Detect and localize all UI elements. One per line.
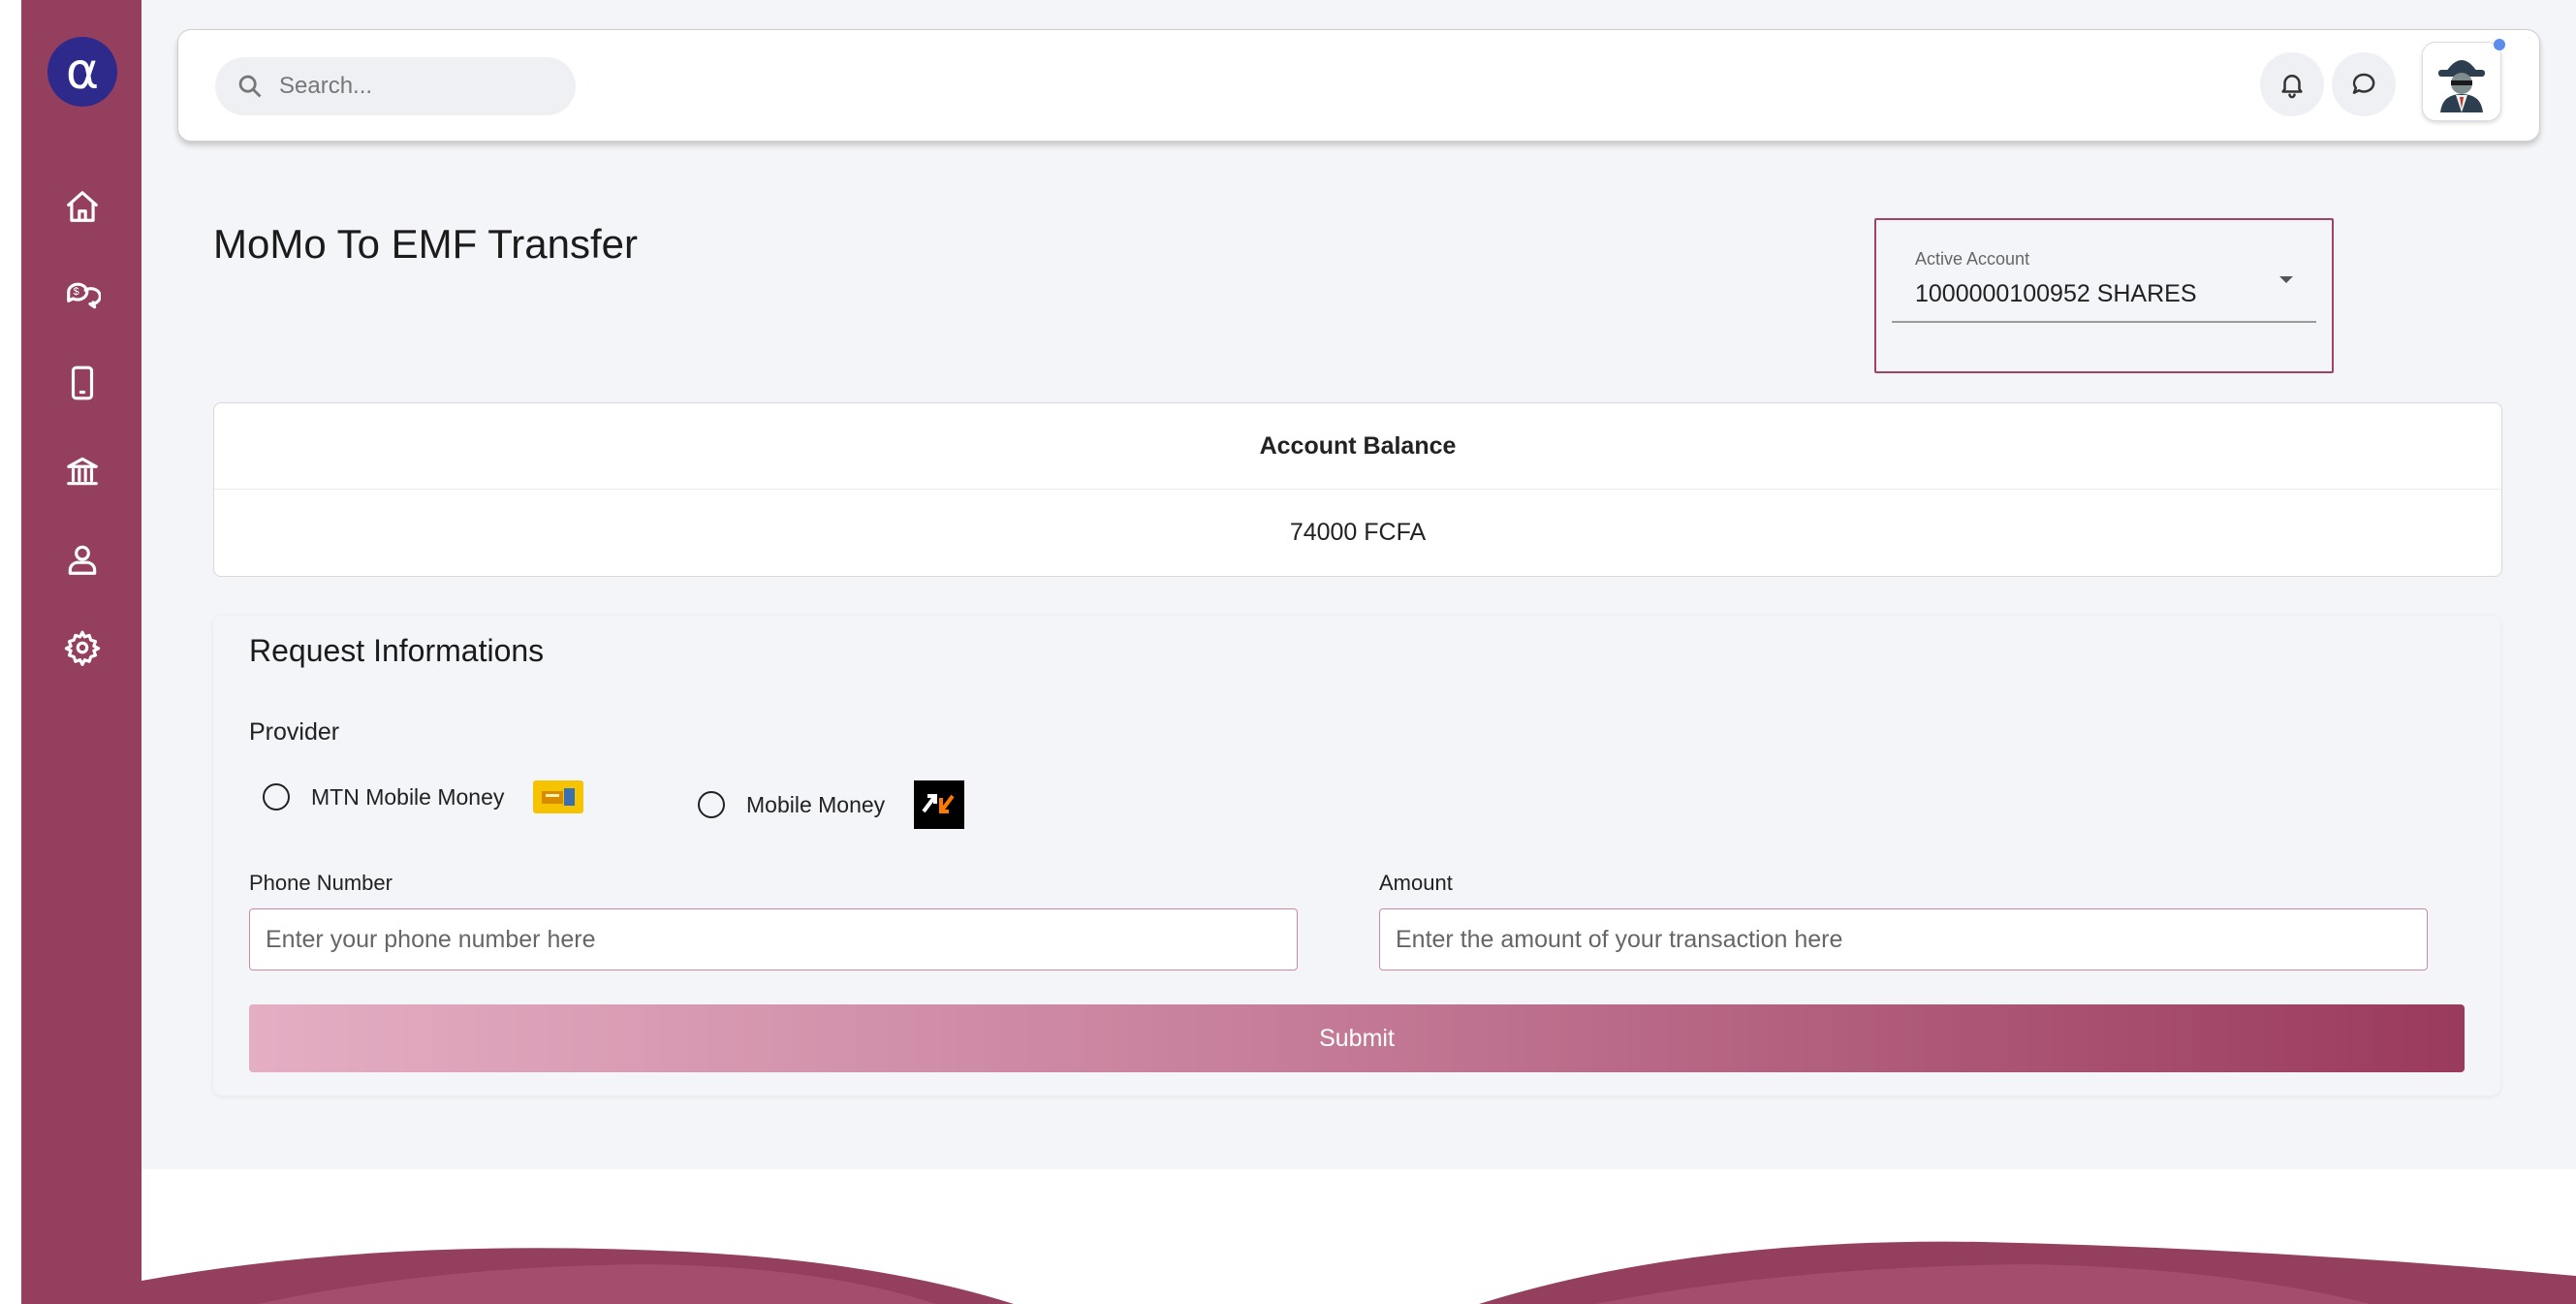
account-select-value: 1000000100952 SHARES — [1915, 280, 2197, 307]
bell-icon — [2281, 75, 2303, 99]
search-box[interactable] — [215, 57, 576, 115]
account-select-field[interactable]: Active Account 1000000100952 SHARES — [1892, 239, 2316, 323]
svg-text:$: $ — [74, 286, 79, 298]
comment-icon — [2352, 73, 2375, 94]
spy-avatar-icon — [2438, 60, 2485, 112]
submit-button[interactable]: Submit — [249, 1004, 2465, 1072]
chat-money-icon[interactable]: $ — [60, 272, 105, 317]
balance-title: Account Balance — [214, 403, 2501, 490]
app-logo[interactable]: α — [47, 37, 117, 107]
search-icon — [238, 75, 262, 98]
page-title: MoMo To EMF Transfer — [213, 221, 639, 267]
orange-money-logo — [914, 780, 965, 829]
balance-value: 74000 FCFA — [1289, 519, 1427, 546]
provider-option-mobile-money[interactable]: Mobile Money — [698, 780, 965, 829]
phone-number-input[interactable] — [249, 908, 1298, 970]
provider-mobile-money-label: Mobile Money — [746, 791, 886, 817]
radio-mtn[interactable] — [263, 783, 290, 811]
request-form-card: Request Informations Provider MTN Mobile… — [213, 616, 2500, 1096]
radio-mobile-money[interactable] — [698, 791, 725, 818]
decorative-waves — [141, 1241, 2576, 1304]
provider-mtn-label: MTN Mobile Money — [311, 783, 505, 810]
account-balance-card: Account Balance 74000 FCFA — [213, 402, 2502, 577]
amount-label: Amount — [1379, 871, 1453, 895]
chevron-down-icon[interactable] — [2279, 276, 2293, 283]
account-select-label: Active Account — [1915, 249, 2030, 269]
search-input[interactable] — [277, 72, 572, 101]
provider-label: Provider — [249, 718, 340, 746]
bank-icon[interactable] — [60, 449, 105, 493]
online-status-dot — [2494, 39, 2505, 50]
logo-glyph: α — [65, 43, 100, 101]
sidebar: α $ — [21, 0, 141, 1304]
top-bar — [177, 29, 2540, 142]
user-avatar[interactable] — [2422, 39, 2505, 121]
messages-button[interactable] — [2332, 52, 2396, 116]
home-icon[interactable] — [60, 184, 105, 229]
amount-input[interactable] — [1379, 908, 2428, 970]
phone-number-label: Phone Number — [249, 871, 393, 895]
gear-icon[interactable] — [60, 625, 105, 670]
mobile-phone-icon[interactable] — [60, 361, 105, 405]
user-icon[interactable] — [60, 537, 105, 582]
active-account-select[interactable]: Active Account 1000000100952 SHARES — [1874, 218, 2334, 373]
notifications-button[interactable] — [2260, 52, 2324, 116]
request-title: Request Informations — [249, 633, 545, 668]
mtn-logo — [533, 780, 584, 813]
provider-option-mtn[interactable]: MTN Mobile Money — [263, 780, 584, 813]
